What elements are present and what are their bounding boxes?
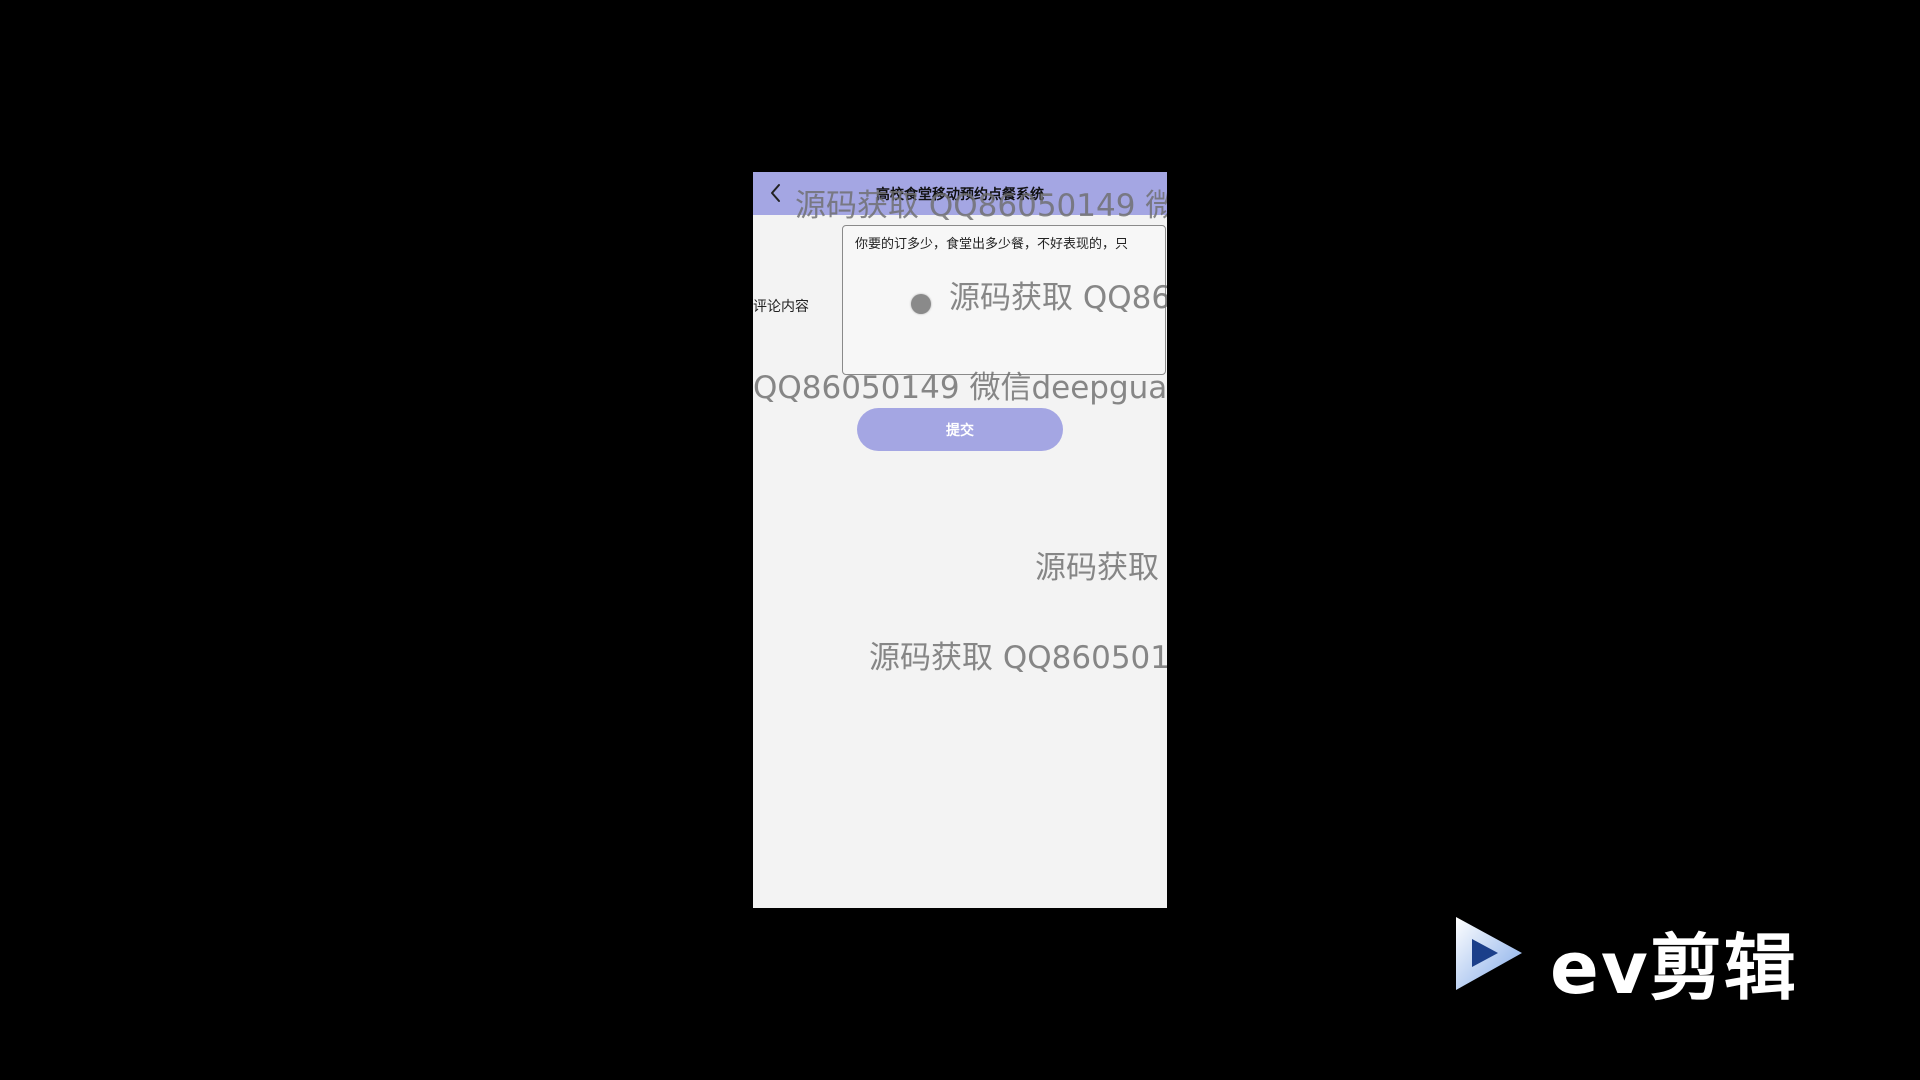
page-title: 高校食堂移动预约点餐系统 xyxy=(876,187,1044,203)
ev-editor-logo: ev剪辑 xyxy=(1450,905,1830,1010)
app-header: 高校食堂移动预约点餐系统 xyxy=(753,172,1167,215)
submit-button[interactable]: 提交 xyxy=(857,408,1063,451)
touch-cursor-indicator xyxy=(911,294,931,314)
logo-text: ev剪辑 xyxy=(1550,926,1798,1010)
video-frame: 高校食堂移动预约点餐系统 评论内容 你要的订多少，食堂出多少餐，不好表现的，只 … xyxy=(0,0,1920,1080)
comment-label: 评论内容 xyxy=(753,299,809,315)
comment-textarea[interactable]: 你要的订多少，食堂出多少餐，不好表现的，只 xyxy=(842,225,1166,375)
play-logo-icon xyxy=(1456,917,1522,990)
phone-screen: 高校食堂移动预约点餐系统 评论内容 你要的订多少，食堂出多少餐，不好表现的，只 … xyxy=(753,172,1167,908)
